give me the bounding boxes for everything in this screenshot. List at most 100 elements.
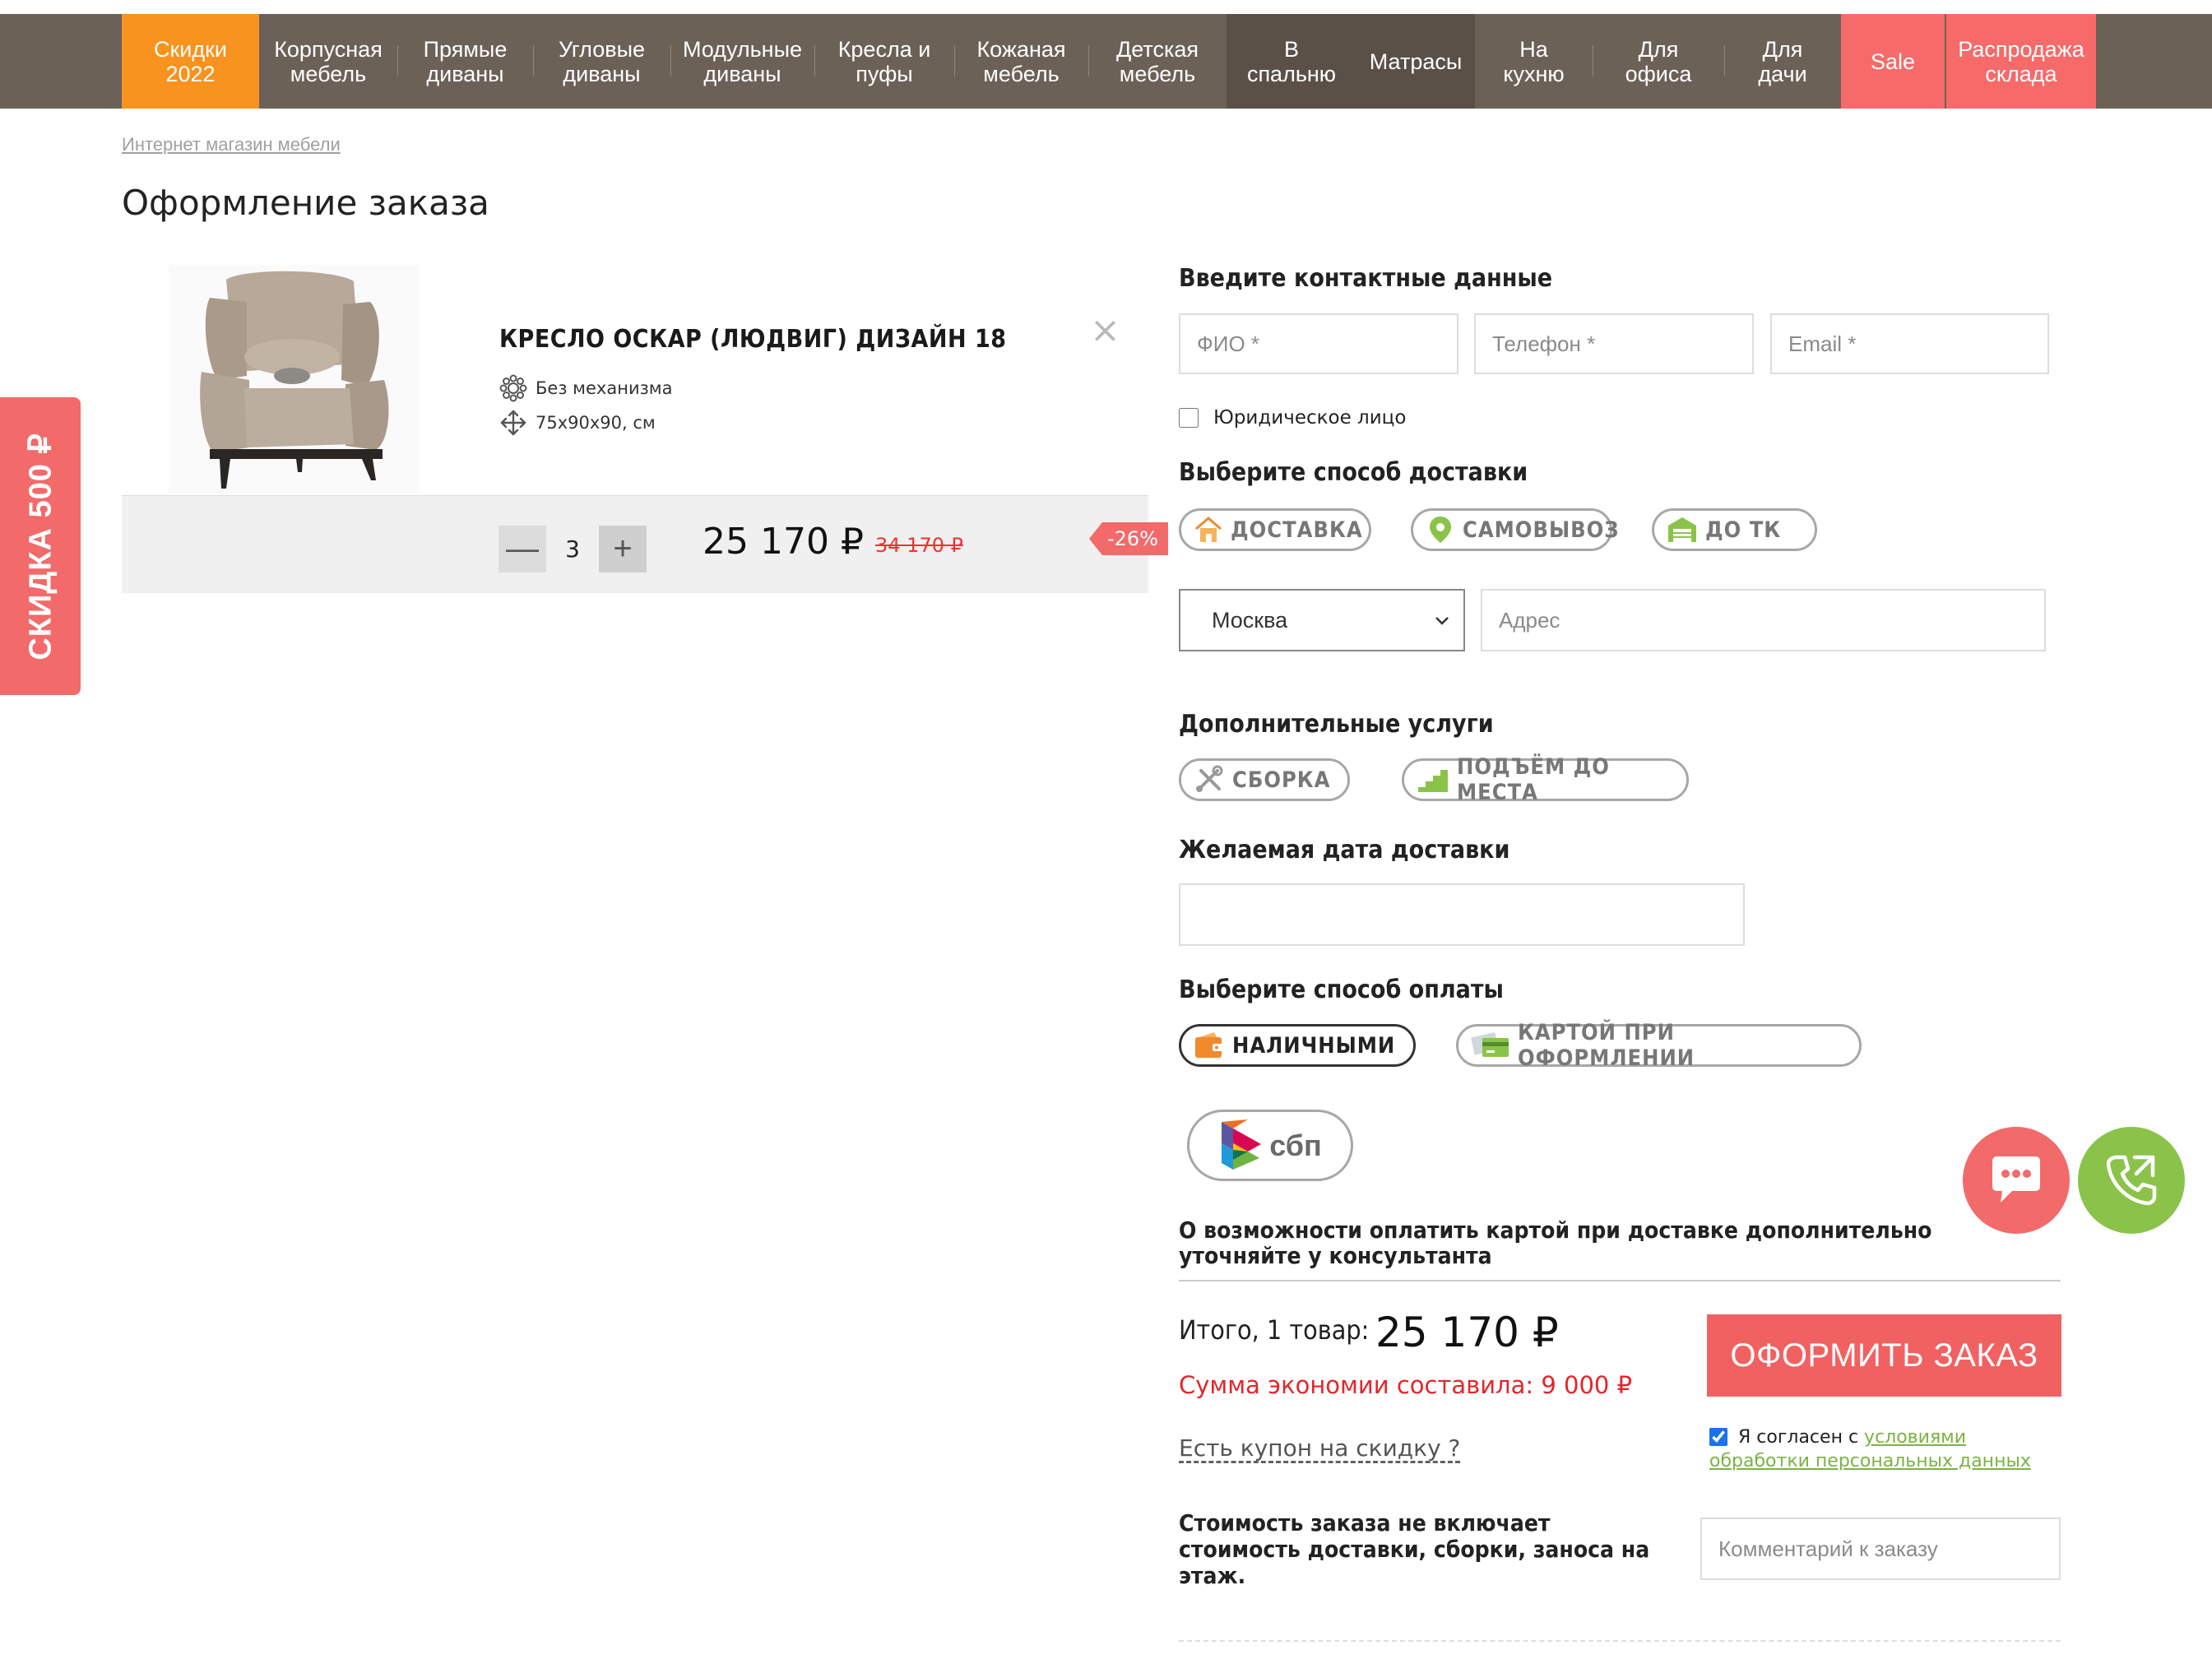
tools-icon	[1196, 765, 1223, 792]
callback-button[interactable]	[2078, 1127, 2185, 1234]
delivery-option-courier[interactable]: ДОСТАВКА	[1179, 508, 1371, 551]
spec-mechanism-label: Без механизма	[536, 378, 673, 398]
city-select-value: Москва	[1212, 607, 1288, 633]
stairs-icon	[1418, 770, 1448, 792]
discount-side-tab-label: СКИДКА 500 ₽	[23, 432, 58, 660]
savings-amount: Сумма экономии составила: 9 000 ₽	[1179, 1371, 1633, 1399]
nav-item-mattresses[interactable]: Матрасы	[1356, 14, 1475, 109]
discount-side-tab[interactable]: СКИДКА 500 ₽	[0, 397, 81, 695]
full-name-input[interactable]	[1179, 313, 1458, 374]
product-image[interactable]	[169, 265, 420, 494]
remove-item-icon[interactable]: ×	[1090, 313, 1120, 349]
delivery-option-pickup-label: САМОВЫВОЗ	[1463, 517, 1620, 543]
nav-item-straight-sofas[interactable]: Прямые диваны	[397, 14, 533, 109]
cost-disclaimer: Стоимость заказа не включает стоимость д…	[1179, 1509, 1650, 1589]
move-arrows-icon	[500, 410, 526, 436]
service-option-lift-to-floor-label: ПОДЪЁМ ДО МЕСТА	[1457, 754, 1610, 805]
nav-item-label: Кресла и пуфы	[837, 36, 931, 86]
payment-option-card-online[interactable]: КАРТОЙ ПРИ ОФОРМЛЕНИИ	[1456, 1020, 1862, 1071]
warehouse-icon	[1668, 517, 1696, 542]
spec-mechanism: Без механизма	[499, 374, 672, 402]
nav-item-label: Матрасы	[1369, 49, 1463, 74]
nav-item-label: Кожаная мебель	[976, 36, 1066, 86]
legal-entity-checkbox[interactable]	[1179, 408, 1199, 428]
discount-badge: -26%	[1089, 522, 1169, 555]
nav-item-label: Корпусная мебель	[274, 36, 383, 86]
contacts-title: Введите контактные данные	[1179, 264, 1553, 293]
spec-size-label: 75х90х90, см	[536, 413, 656, 433]
page-title: Оформление заказа	[122, 183, 489, 223]
spec-size: 75х90х90, см	[499, 409, 656, 437]
service-option-lift-to-floor[interactable]: ПОДЪЁМ ДО МЕСТА	[1402, 754, 1689, 805]
nav-item-armchairs-poufs[interactable]: Кресла и пуфы	[814, 14, 954, 109]
nav-item-warehouse-sale[interactable]: Распродажа склада	[1946, 14, 2096, 109]
item-price: 25 170 ₽	[703, 521, 864, 563]
house-icon	[1195, 517, 1222, 542]
summary-divider	[1179, 1280, 2061, 1281]
quantity-increase-button[interactable]: +	[599, 526, 647, 572]
nav-item-label: Модульные диваны	[682, 36, 803, 86]
delivery-title: Выберите способ доставки	[1179, 458, 1528, 487]
city-select[interactable]: Москва	[1179, 589, 1465, 651]
consent-text: Я согласен с	[1738, 1427, 1859, 1448]
phone-callback-icon	[2106, 1155, 2157, 1206]
nav-item-sale[interactable]: Sale	[1841, 14, 1945, 109]
nav-item-label: На кухню	[1503, 36, 1565, 86]
nav-item-office[interactable]: Для офиса	[1593, 14, 1724, 109]
item-old-price: 34 170 ₽	[875, 534, 963, 557]
nav-item-country-house[interactable]: Для дачи	[1724, 14, 1841, 109]
delivery-option-pickup[interactable]: САМОВЫВОЗ	[1411, 508, 1619, 551]
card-payment-note: О возможности оплатить картой при достав…	[1179, 1216, 1932, 1269]
consent-checkbox[interactable]	[1709, 1428, 1727, 1446]
main-navigation: Скидки 2022 Корпусная мебель Прямые дива…	[0, 14, 2212, 109]
nav-item-modular-sofas[interactable]: Модульные диваны	[670, 14, 814, 109]
address-input[interactable]	[1481, 589, 2046, 651]
quantity-value[interactable]: 3	[550, 526, 596, 572]
coupon-link[interactable]: Есть купон на скидку ?	[1179, 1434, 1460, 1462]
delivery-date-input[interactable]	[1179, 883, 1745, 946]
legal-entity-label: Юридическое лицо	[1213, 407, 1407, 429]
sbp-logo-icon	[1222, 1119, 1262, 1170]
delivery-date-title: Желаемая дата доставки	[1179, 836, 1510, 864]
nav-item-kids-furniture[interactable]: Детская мебель	[1088, 14, 1227, 109]
nav-item-label: Угловые диваны	[558, 36, 646, 86]
payment-option-card-online-label: КАРТОЙ ПРИ ОФОРМЛЕНИИ	[1518, 1020, 1695, 1071]
payment-option-sbp[interactable]: сбп	[1187, 1110, 1353, 1181]
chevron-down-icon	[1435, 617, 1449, 625]
place-order-button[interactable]: ОФОРМИТЬ ЗАКАЗ	[1707, 1314, 2061, 1397]
nav-item-discounts-2022[interactable]: Скидки 2022	[122, 14, 259, 109]
nav-item-corner-sofas[interactable]: Угловые диваны	[533, 14, 670, 109]
nav-item-label: Для дачи	[1758, 36, 1807, 86]
footer-divider	[1179, 1640, 2061, 1642]
delivery-option-transport-company[interactable]: ДО ТК	[1652, 508, 1817, 551]
location-pin-icon	[1430, 517, 1451, 543]
chat-button[interactable]	[1963, 1127, 2070, 1234]
service-option-assembly[interactable]: СБОРКА	[1179, 758, 1350, 801]
legal-entity-option[interactable]: Юридическое лицо	[1179, 407, 1406, 429]
nav-item-label: Детская мебель	[1115, 36, 1199, 86]
gear-icon	[499, 374, 527, 402]
breadcrumb-home-link[interactable]: Интернет магазин мебели	[122, 134, 341, 155]
nav-item-label: В спальню	[1246, 36, 1337, 86]
order-comment-input[interactable]	[1700, 1518, 2061, 1580]
service-option-assembly-label: СБОРКА	[1232, 767, 1331, 793]
nav-item-label: Для офиса	[1625, 36, 1692, 86]
nav-item-label: Sale	[1870, 49, 1916, 74]
phone-input[interactable]	[1474, 313, 1754, 374]
cart-item-bar: — 3 + 25 170 ₽ 34 170 ₽ -26%	[122, 495, 1169, 593]
nav-item-label: Распродажа склада	[1958, 36, 2084, 86]
product-name[interactable]: КРЕСЛО ОСКАР (ЛЮДВИГ) ДИЗАЙН 18	[499, 325, 1007, 354]
nav-item-leather-furniture[interactable]: Кожаная мебель	[954, 14, 1088, 109]
payment-title: Выберите способ оплаты	[1179, 975, 1504, 1004]
nav-item-cabinet-furniture[interactable]: Корпусная мебель	[259, 14, 397, 109]
quantity-decrease-button[interactable]: —	[499, 526, 546, 572]
nav-item-bedroom[interactable]: В спальню	[1227, 14, 1356, 109]
consent-row: Я согласен с условиями обработки персона…	[1709, 1425, 2063, 1473]
nav-item-kitchen[interactable]: На кухню	[1475, 14, 1593, 109]
credit-card-icon	[1471, 1032, 1509, 1057]
total-label: Итого, 1 товар:	[1179, 1314, 1370, 1346]
email-input[interactable]	[1770, 313, 2049, 374]
nav-item-label: Прямые диваны	[423, 36, 508, 86]
payment-option-cash[interactable]: НАЛИЧНЫМИ	[1179, 1024, 1416, 1067]
delivery-option-transport-company-label: ДО ТК	[1705, 517, 1782, 543]
